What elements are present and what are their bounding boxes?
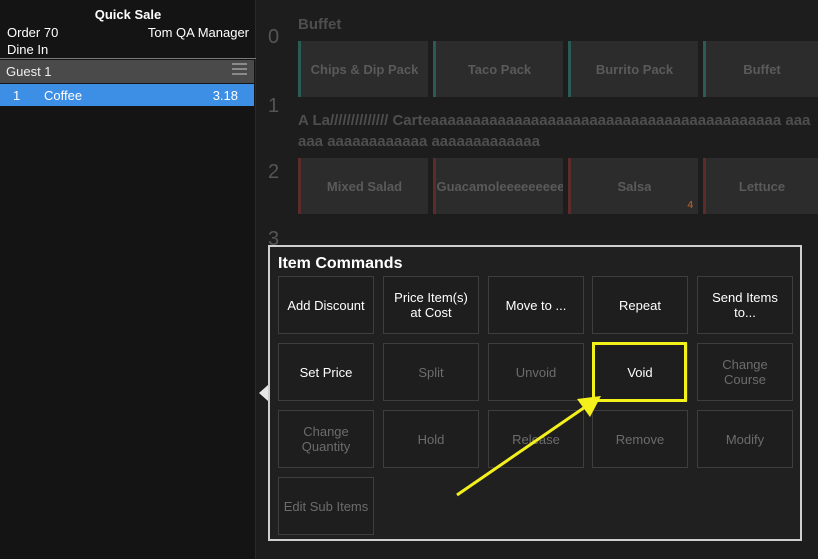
set-price-button[interactable]: Set Price [278,343,374,401]
change-quantity-button[interactable]: Change Quantity [278,410,374,468]
row-index: 1 [268,95,280,117]
split-button[interactable]: Split [383,343,479,401]
menu-item-buffet[interactable]: Buffet [703,41,818,97]
menu-item-burrito-pack[interactable]: Burrito Pack [568,41,698,97]
menu-item-lettuce[interactable]: Lettuce [703,158,818,214]
unvoid-button[interactable]: Unvoid [488,343,584,401]
price-items-at-cost-button[interactable]: Price Item(s) at Cost [383,276,479,334]
menu-item-salsa[interactable]: Salsa 4 [568,158,698,214]
item-quantity: 1 [13,88,21,103]
menu-item-taco-pack[interactable]: Taco Pack [433,41,563,97]
category-title-a-la-carte: A La////////////// Carteaaaaaaaaaaaaaaaa… [298,112,811,150]
item-price: 3.18 [212,88,238,103]
modify-button[interactable]: Modify [697,410,793,468]
tile-label: Taco Pack [467,61,532,77]
tile-label: Guacamoleeeeeeeeee [436,178,563,194]
change-course-button[interactable]: Change Course [697,343,793,401]
popup-title: Item Commands [278,255,403,272]
item-name: Coffee [44,88,83,103]
menu-item-chips-dip-pack[interactable]: Chips & Dip Pack [298,41,428,97]
tile-label: Lettuce [738,178,786,194]
hamburger-menu-icon[interactable] [232,63,247,77]
order-panel: Quick Sale Order 70 Tom QA Manager Dine … [0,0,256,559]
order-item-row[interactable]: 1 Coffee 3.18 [0,84,254,106]
tile-label: Chips & Dip Pack [310,61,419,77]
user-name: Tom QA Manager [147,25,249,40]
popup-pointer [259,385,268,401]
repeat-button[interactable]: Repeat [592,276,688,334]
panel-title: Quick Sale [94,7,162,22]
tile-label: Burrito Pack [595,61,674,77]
move-to-button[interactable]: Move to ... [488,276,584,334]
guest-row[interactable]: Guest 1 [0,60,254,83]
menu-item-mixed-salad[interactable]: Mixed Salad [298,158,428,214]
remove-button[interactable]: Remove [592,410,688,468]
menu-item-guacamole[interactable]: Guacamoleeeeeeeeee [433,158,563,214]
tile-label: Mixed Salad [326,178,403,194]
row-index: 2 [268,161,280,183]
order-number: Order 70 [7,25,59,40]
guest-label: Guest 1 [6,64,52,79]
void-button[interactable]: Void [592,343,688,401]
send-items-to-button[interactable]: Send Items to... [697,276,793,334]
tile-label: Salsa [617,178,652,194]
header-divider [0,58,256,59]
tile-label: Buffet [743,61,781,77]
category-title-buffet: Buffet [298,16,342,33]
order-type[interactable]: Dine In [7,42,48,57]
row-index: 0 [268,26,280,48]
add-discount-button[interactable]: Add Discount [278,276,374,334]
item-count-badge: 4 [687,200,693,211]
hold-button[interactable]: Hold [383,410,479,468]
release-button[interactable]: Release [488,410,584,468]
edit-sub-items-button[interactable]: Edit Sub Items [278,477,374,535]
